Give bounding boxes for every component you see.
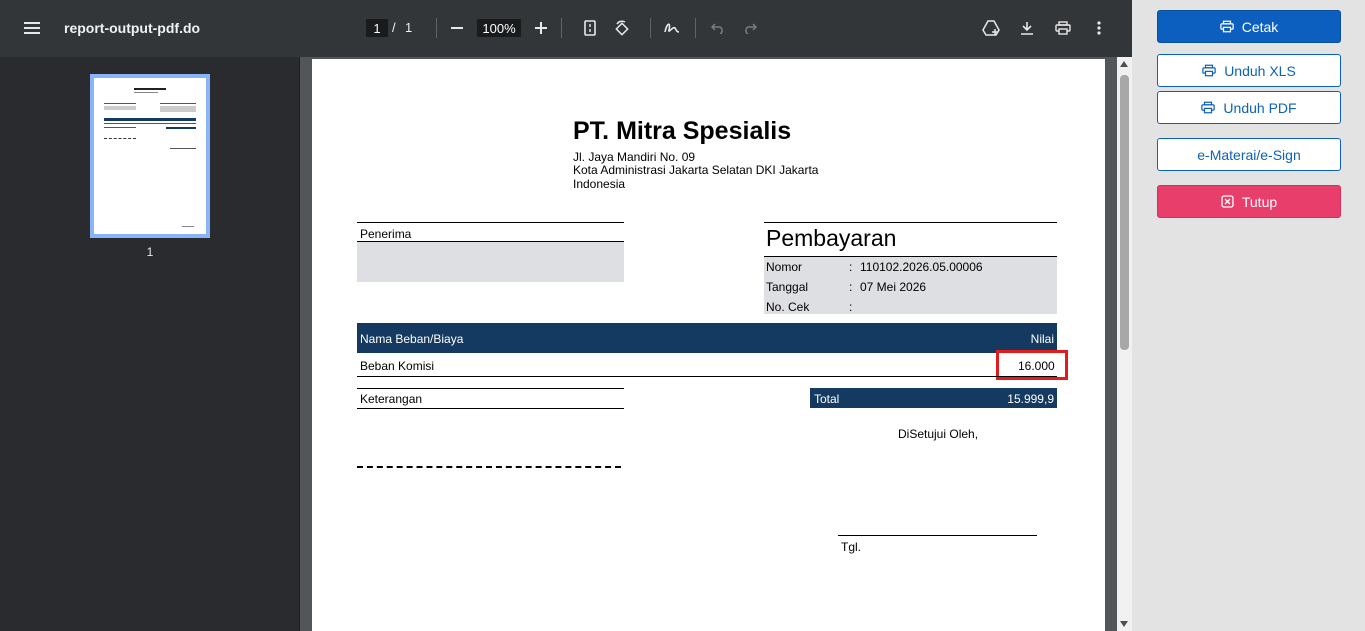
e-stamp-button[interactable]: e-Materai/e-Sign [1157,138,1341,171]
print-icon [1202,64,1216,77]
address-line: Jl. Jaya Mandiri No. 09 [573,150,696,164]
pdf-toolbar: report-output-pdf.do 1 / 1 100% [0,0,1132,57]
print-button-label: Cetak [1241,18,1279,35]
payment-title: Pembayaran [766,225,897,251]
more-options-icon[interactable] [1089,18,1109,38]
field-label-no-cek: No. Cek [766,300,810,314]
document-canvas: PT. Mitra Spesialis Jl. Jaya Mandiri No.… [301,57,1117,631]
signature-line [838,535,1037,536]
field-label-tanggal: Tanggal [766,280,809,294]
row-expense-name: Beban Komisi [360,359,435,373]
total-label: Total [814,392,840,406]
print-button[interactable]: Cetak [1157,10,1341,43]
close-icon [1221,195,1234,208]
page-separator: / [392,20,396,35]
field-separator: : [849,260,853,274]
toolbar-divider [561,18,562,38]
recipient-box [357,242,624,282]
thumbnail-preview [94,78,206,234]
signature-line [357,466,621,468]
scroll-up-arrow[interactable] [1120,61,1128,67]
toolbar-divider [436,18,437,38]
download-xls-label: Unduh XLS [1224,62,1296,79]
field-separator: : [849,280,853,294]
vertical-scrollbar[interactable] [1117,57,1132,631]
download-xls-button[interactable]: Unduh XLS [1157,54,1341,87]
scroll-down-arrow[interactable] [1120,621,1128,627]
thumbnail-sidebar: 1 [0,57,300,631]
fit-page-icon[interactable] [580,18,600,38]
field-value-nomor: 110102.2026.05.00006 [860,260,983,274]
column-header-value: Nilai [1030,332,1054,346]
divider [357,408,624,409]
table-header: Nama Beban/Biaya Nilai [357,323,1057,353]
divider [357,376,1057,377]
download-pdf-button[interactable]: Unduh PDF [1157,91,1341,124]
download-pdf-label: Unduh PDF [1223,99,1297,116]
menu-icon[interactable] [22,18,42,38]
scroll-thumb[interactable] [1120,75,1129,350]
field-value-tanggal: 07 Mei 2026 [860,280,927,294]
page-thumbnail[interactable] [90,74,210,238]
draw-icon[interactable] [662,18,682,38]
redo-icon[interactable] [740,18,760,38]
undo-icon[interactable] [708,18,728,38]
pdf-viewer: report-output-pdf.do 1 / 1 100% 1 PT. Mi… [0,0,1132,631]
column-header-name: Nama Beban/Biaya [360,332,464,346]
field-separator: : [849,300,853,314]
zoom-out-icon[interactable] [447,18,467,38]
page-total: 1 [405,20,413,35]
company-name: PT. Mitra Spesialis [573,117,792,145]
toolbar-divider [695,18,696,38]
close-button[interactable]: Tutup [1157,185,1341,218]
address-line: Indonesia [573,177,626,191]
total-value: 15.999,9 [1007,392,1054,406]
field-label-nomor: Nomor [766,260,803,274]
save-to-drive-icon[interactable] [981,18,1001,38]
thumbnail-page-label: 1 [146,245,154,259]
recipient-label: Penerima [360,227,412,241]
notes-label: Keterangan [360,392,423,406]
close-button-label: Tutup [1241,193,1278,210]
download-icon[interactable] [1017,18,1037,38]
rotate-icon[interactable] [612,18,632,38]
toolbar-divider [650,18,651,38]
pdf-page: PT. Mitra Spesialis Jl. Jaya Mandiri No.… [312,59,1105,631]
file-title: report-output-pdf.do [64,20,201,36]
divider [357,222,624,223]
date-label: Tgl. [841,540,862,554]
zoom-in-icon[interactable] [531,18,551,38]
address-line: Kota Administrasi Jakarta Selatan DKI Ja… [573,163,819,177]
divider [764,222,1057,223]
zoom-input[interactable]: 100% [477,19,521,37]
print-icon [1201,101,1216,114]
e-stamp-label: e-Materai/e-Sign [1197,146,1301,163]
print-icon[interactable] [1053,18,1073,38]
divider [357,388,624,389]
page-number-input[interactable]: 1 [366,19,388,37]
approved-by-label: DiSetujui Oleh, [898,427,979,441]
action-panel: Cetak Unduh XLS Unduh PDF e-Materai/e-Si… [1132,0,1365,631]
total-bar: Total 15.999,9 [810,388,1057,408]
print-icon [1219,20,1234,33]
